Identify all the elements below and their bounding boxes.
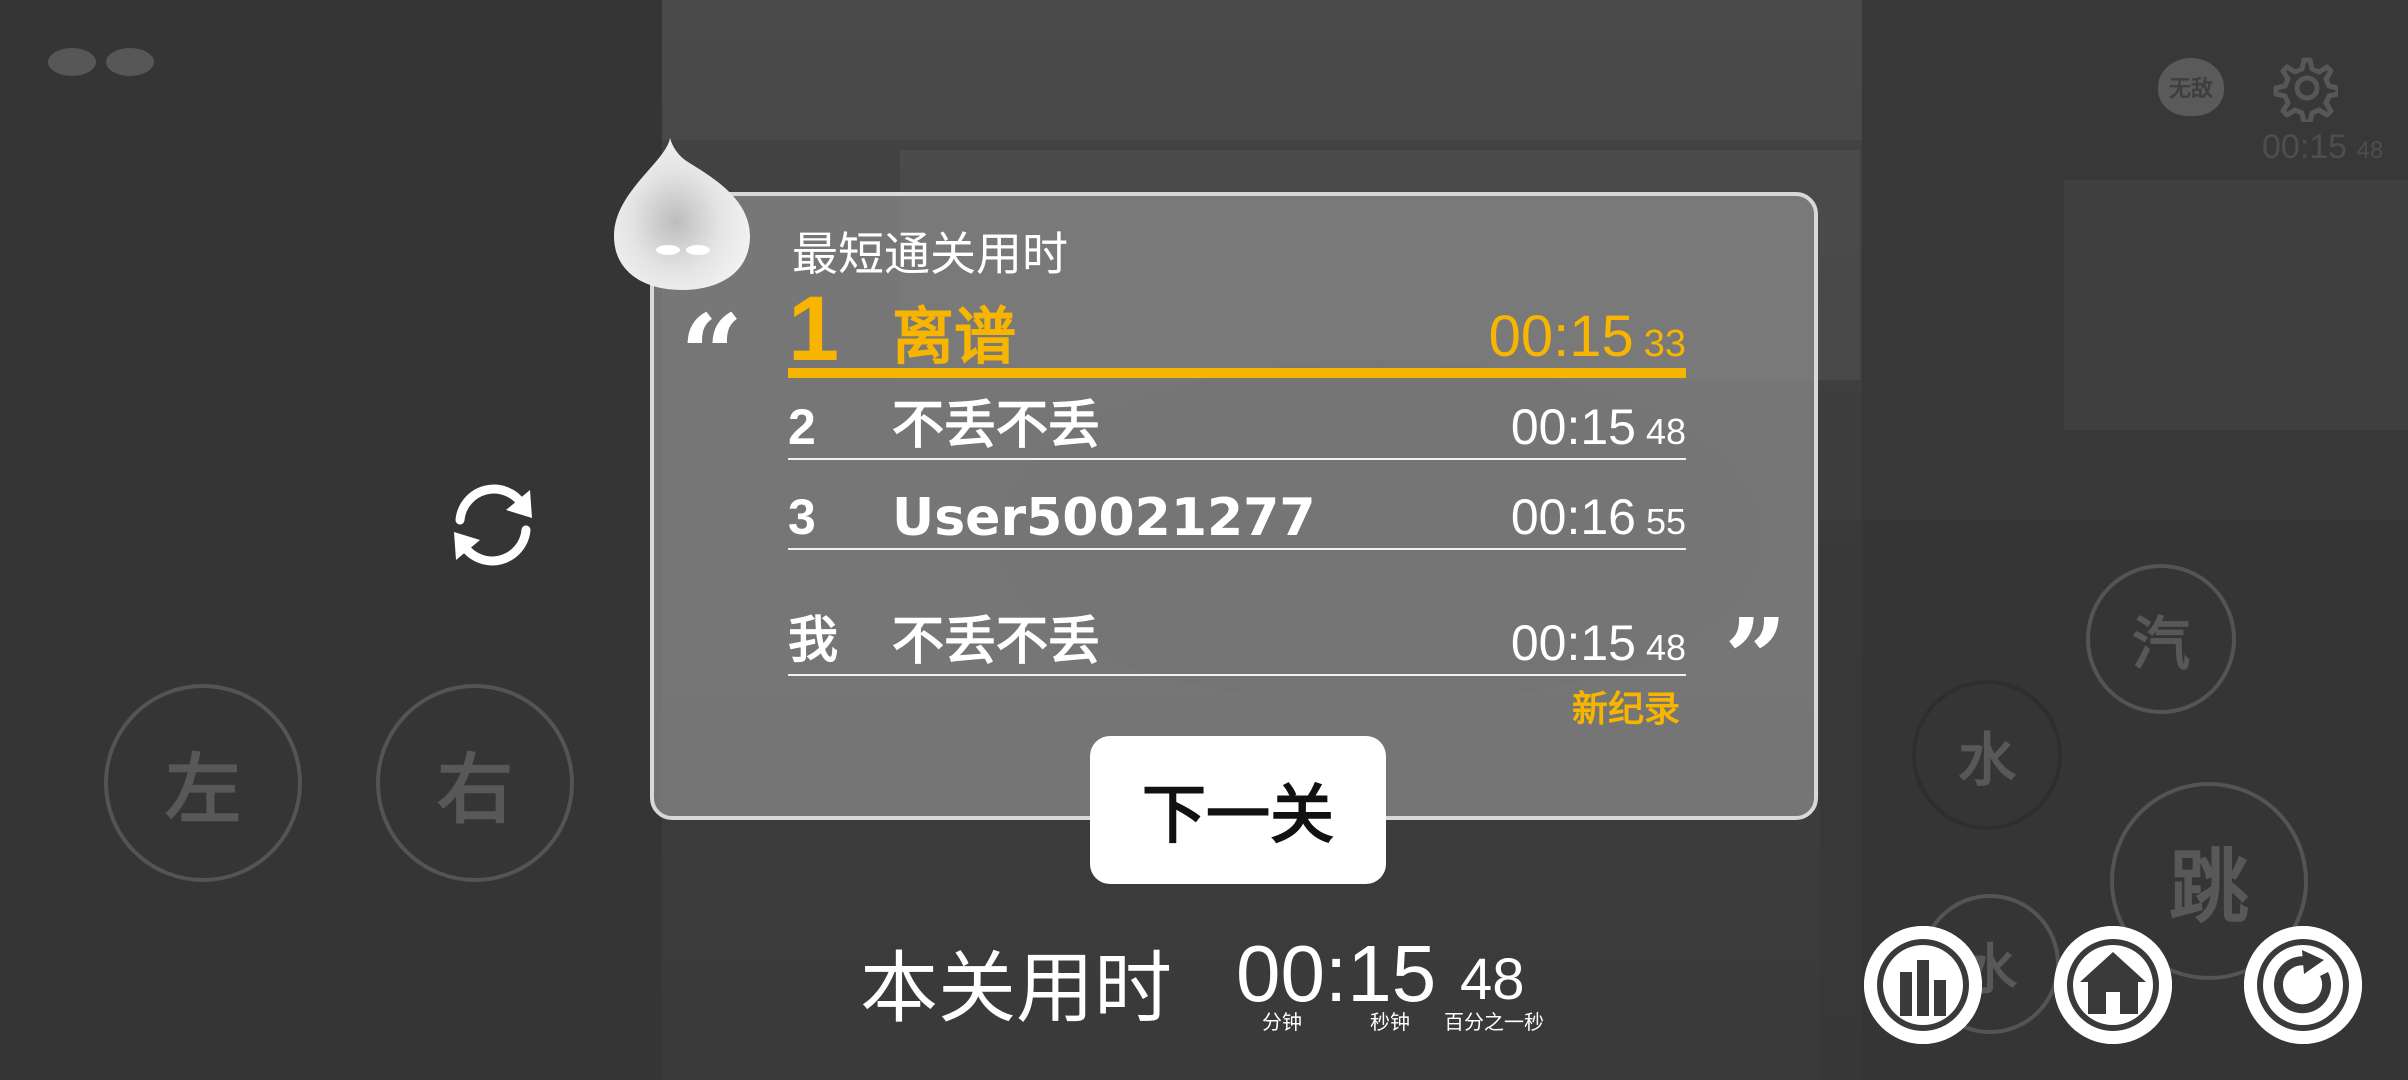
top-timer: 00:15 48: [2262, 128, 2383, 167]
rank: 1: [788, 278, 840, 380]
next-level-button[interactable]: 下一关: [1090, 736, 1386, 884]
top-timer-cs: 48: [2356, 137, 2384, 164]
rank-me: 我: [788, 611, 838, 669]
menu-dots-icon[interactable]: [48, 48, 154, 76]
background-block: [662, 0, 1862, 140]
gear-icon[interactable]: [2270, 54, 2338, 122]
restart-icon: [2244, 926, 2362, 1044]
player-name: 不丢不丢: [892, 612, 1101, 672]
background-left: [0, 0, 662, 1080]
top-timer-main: 00:15: [2262, 128, 2348, 166]
game-screen: 无敌 00:15 48 左 右 汽 水 跳 水 最短通关用时 “ ” 1 离谱 …: [0, 0, 2408, 1080]
unit-seconds: 秒钟: [1370, 1010, 1410, 1034]
dot: [48, 48, 96, 76]
time-main: 00:15: [1510, 615, 1636, 671]
home-icon: [2054, 926, 2172, 1044]
rank: 2: [788, 399, 816, 455]
this-level-cs: 48: [1460, 947, 1525, 1012]
background-block: [2064, 180, 2408, 430]
record-time: 00:16 55: [1511, 488, 1686, 546]
leaderboard-row-me: 我 不丢不丢 00:15 48: [788, 611, 1686, 676]
leaderboard-button[interactable]: [1864, 926, 1982, 1044]
time-main: 00:16: [1510, 489, 1636, 545]
player-name: User50021277: [892, 488, 1316, 548]
row-underline: [788, 674, 1686, 676]
restart-button[interactable]: [2244, 926, 2362, 1044]
water-drop-mascot: [614, 138, 750, 290]
row-underline: [788, 368, 1686, 378]
leaderboard-row-3: 3 User50021277 00:16 55: [788, 486, 1686, 550]
rank: 3: [788, 489, 816, 545]
record-time: 00:15 48: [1511, 614, 1686, 672]
unit-minutes: 分钟: [1262, 1010, 1302, 1034]
invincible-icon[interactable]: 无敌: [2158, 58, 2224, 116]
record-time: 00:15 33: [1489, 303, 1686, 370]
row-underline: [788, 458, 1686, 460]
swap-refresh-icon[interactable]: [438, 470, 548, 580]
player-name: 离谱: [892, 300, 1017, 373]
open-quote-icon: “: [680, 290, 744, 419]
close-quote-icon: ”: [1724, 594, 1788, 723]
player-name: 不丢不丢: [892, 396, 1101, 456]
row-underline: [788, 548, 1686, 550]
dot: [106, 48, 154, 76]
leaderboard-icon: [1864, 926, 1982, 1044]
right-button[interactable]: 右: [376, 684, 574, 882]
steam-button[interactable]: 汽: [2086, 564, 2236, 714]
time-main: 00:15: [1488, 304, 1634, 369]
time-cs: 33: [1643, 323, 1686, 365]
new-record-label: 新纪录: [1572, 689, 1681, 730]
time-cs: 55: [1645, 501, 1686, 542]
water-button[interactable]: 水: [1912, 680, 2062, 830]
leaderboard-title: 最短通关用时: [792, 227, 1068, 281]
home-button[interactable]: [2054, 926, 2172, 1044]
time-cs: 48: [1645, 411, 1686, 452]
leaderboard-row-2: 2 不丢不丢 00:15 48: [788, 396, 1686, 460]
unit-centiseconds: 百分之一秒: [1444, 1010, 1544, 1034]
this-level-label: 本关用时: [860, 944, 1173, 1034]
left-button[interactable]: 左: [104, 684, 302, 882]
time-cs: 48: [1645, 627, 1686, 668]
time-main: 00:15: [1510, 399, 1636, 455]
record-time: 00:15 48: [1511, 398, 1686, 456]
leaderboard-row-1: 1 离谱 00:15 33: [788, 278, 1686, 380]
